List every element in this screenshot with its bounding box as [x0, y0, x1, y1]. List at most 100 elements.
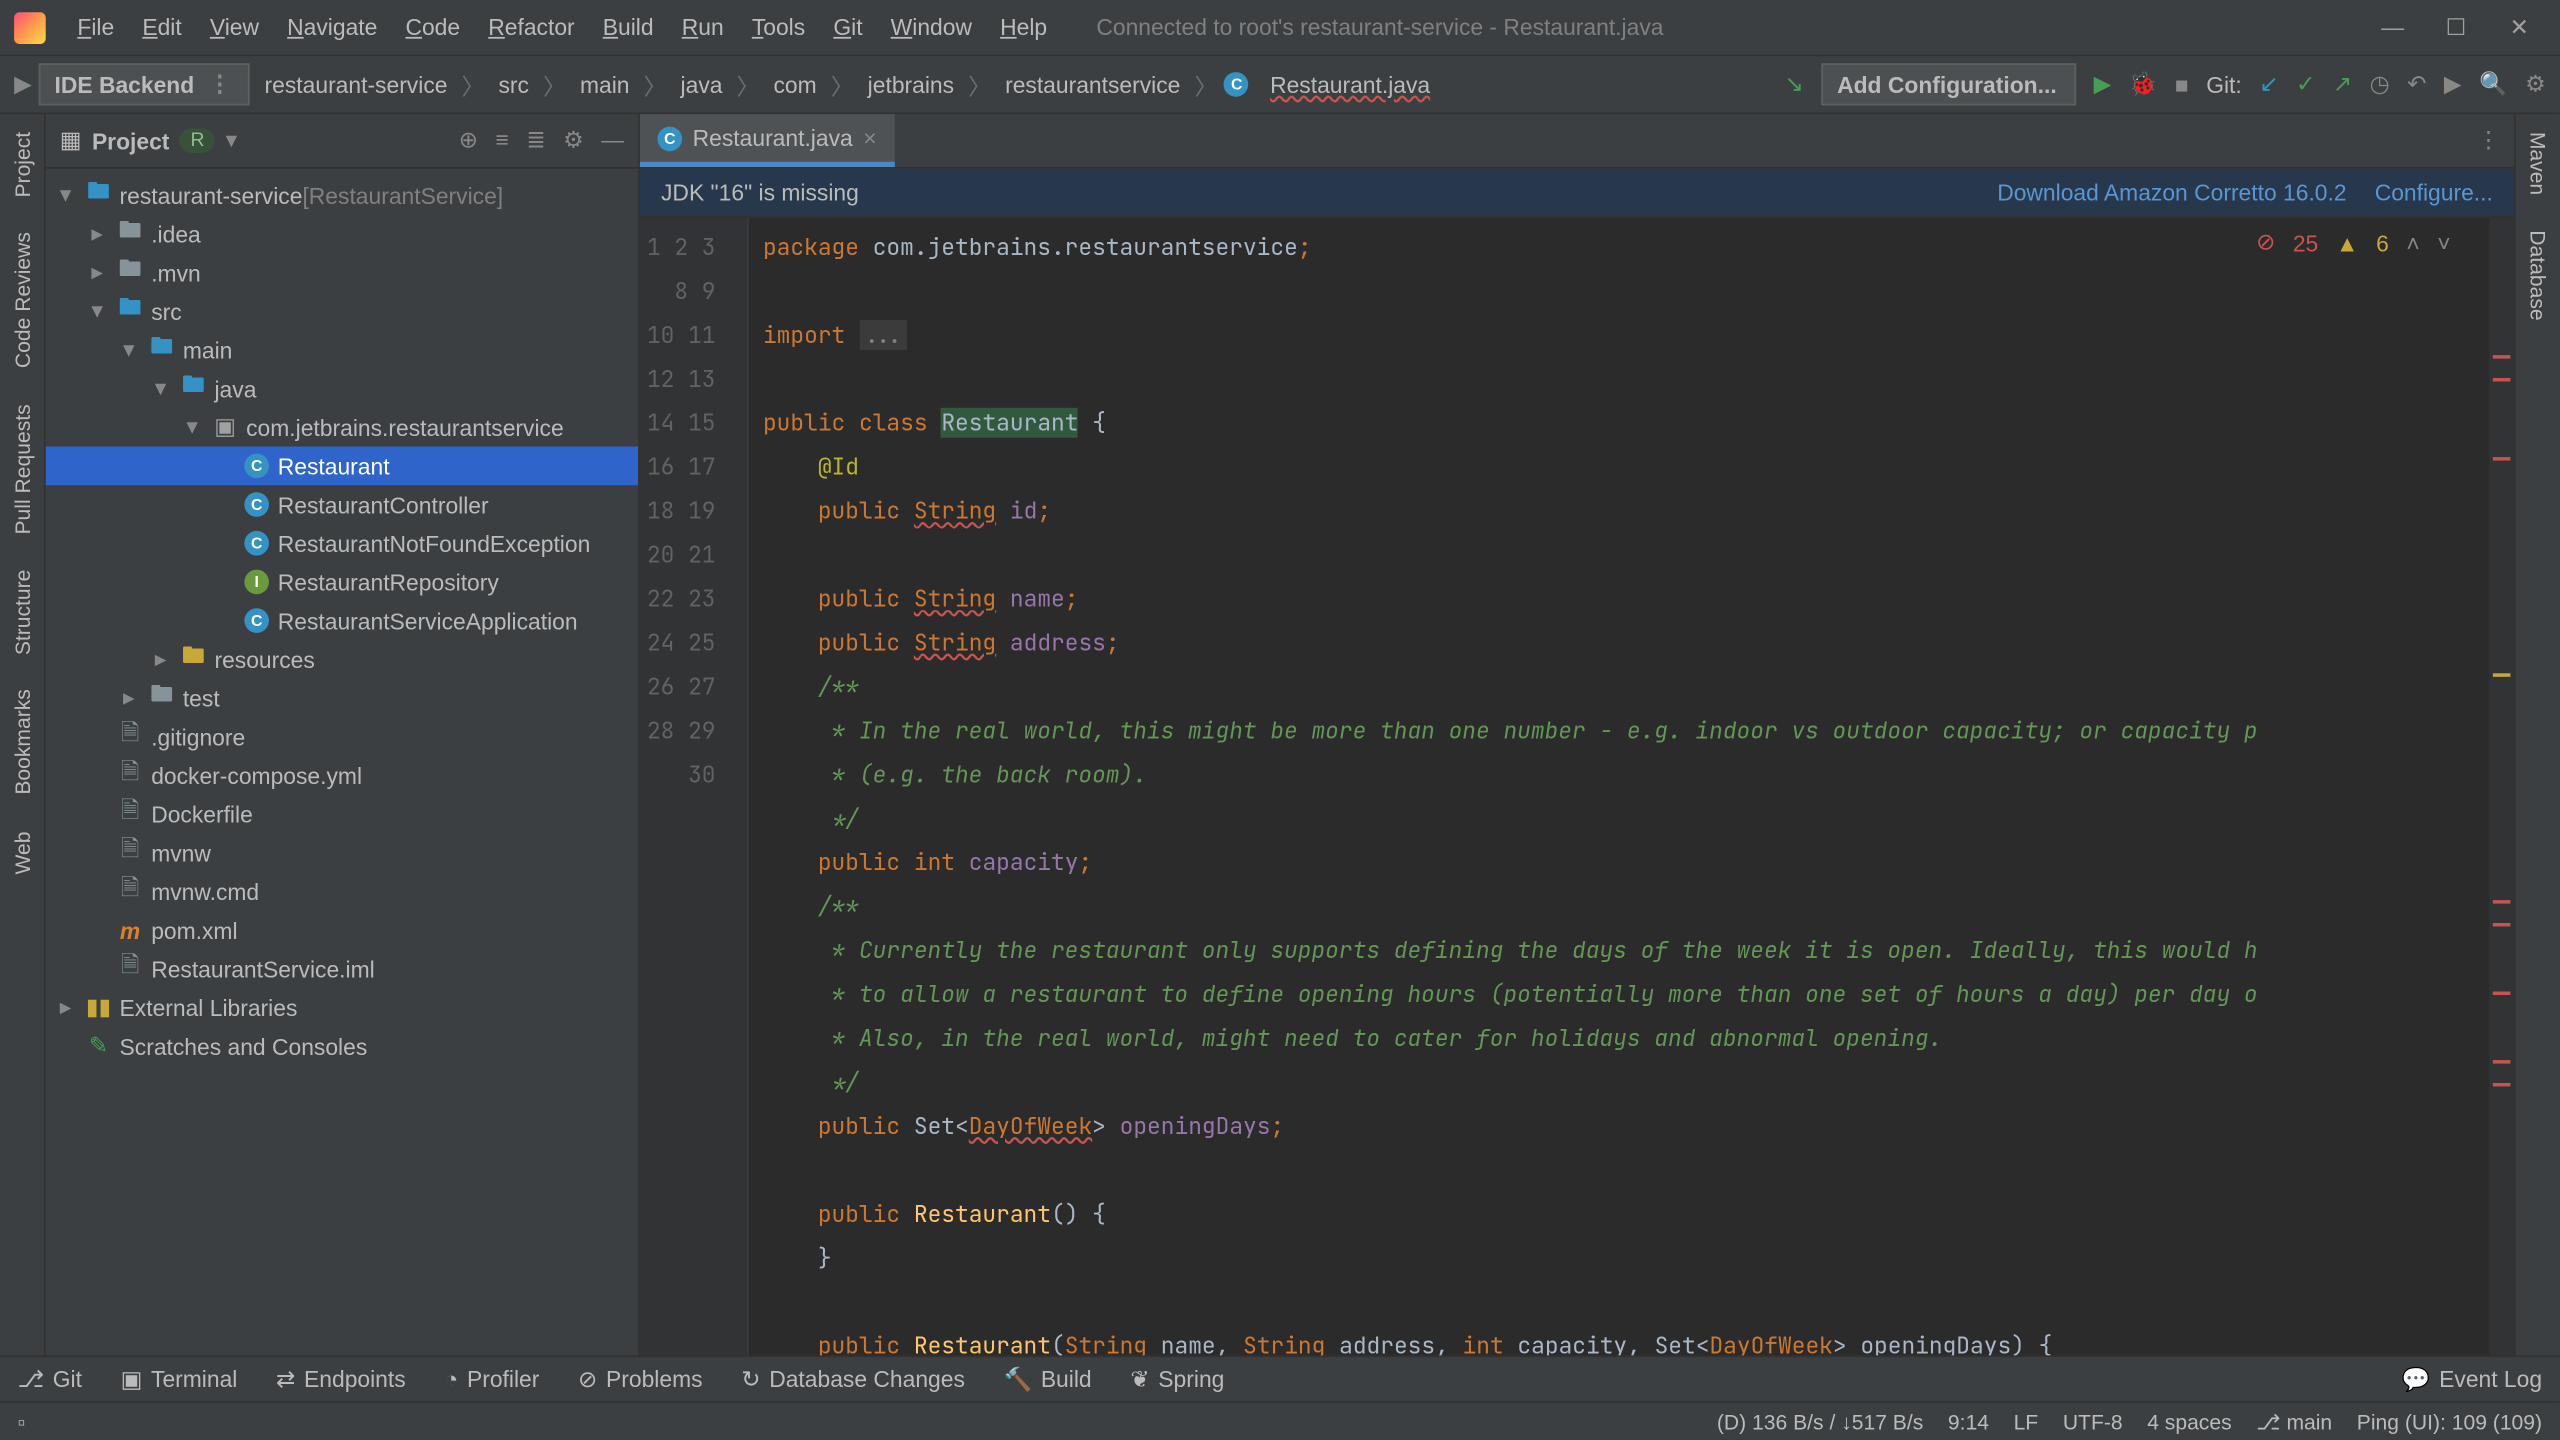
stop-icon[interactable]: ■ [2175, 71, 2189, 97]
tree-node-java[interactable]: ▾🖿java [46, 369, 638, 408]
tool-tab-web[interactable]: Web [10, 813, 35, 891]
tree-node-restaurantcontroller[interactable]: CRestaurantController [46, 485, 638, 524]
menu-git[interactable]: Git [819, 0, 876, 55]
indent-info[interactable]: 4 spaces [2147, 1409, 2231, 1434]
caret-position[interactable]: 9:14 [1948, 1409, 1989, 1434]
tree-node-restaurantserviceapplication[interactable]: CRestaurantServiceApplication [46, 601, 638, 640]
tool-tab-pull-requests[interactable]: Pull Requests [10, 386, 35, 551]
menu-edit[interactable]: Edit [128, 0, 196, 55]
tree-arrow-icon[interactable]: ▸ [155, 645, 180, 673]
tree-node-docker-compose-yml[interactable]: 🗎docker-compose.yml [46, 756, 638, 795]
run-anything-icon[interactable]: ▶ [2444, 70, 2462, 98]
breadcrumb-item[interactable]: java [674, 71, 730, 97]
tree-arrow-icon[interactable]: ▾ [123, 336, 148, 364]
menu-tools[interactable]: Tools [738, 0, 819, 55]
menu-window[interactable]: Window [877, 0, 986, 55]
tree-node--gitignore[interactable]: 🗎.gitignore [46, 717, 638, 756]
tree-node-restaurant-service[interactable]: ▾🖿restaurant-service [RestaurantService] [46, 176, 638, 215]
breadcrumb-item[interactable]: jetbrains [861, 71, 961, 97]
code-content[interactable]: package com.jetbrains.restaurantservice;… [749, 218, 2514, 1355]
history-icon[interactable]: ◷ [2370, 70, 2390, 98]
tree-arrow-icon[interactable]: ▾ [155, 374, 180, 402]
expand-all-icon[interactable]: ≡ [495, 127, 508, 155]
tree-arrow-icon[interactable]: ▸ [91, 220, 116, 248]
tool-window-event-log[interactable]: 💬Event Log [2402, 1365, 2542, 1393]
tool-window-build[interactable]: 🔨Build [1004, 1365, 1092, 1393]
tool-tab-project[interactable]: Project [10, 114, 35, 215]
tree-node-src[interactable]: ▾🖿src [46, 292, 638, 331]
menu-file[interactable]: File [63, 0, 128, 55]
tab-options-icon[interactable]: ⋮ [2477, 127, 2500, 155]
tool-window-endpoints[interactable]: ⇄Endpoints [276, 1365, 406, 1393]
hammer-icon[interactable]: ↘ [1785, 70, 1804, 98]
run-config-selector[interactable]: IDE Backend ⋮ [39, 63, 251, 105]
tree-node-com-jetbrains-restaurantservice[interactable]: ▾▣com.jetbrains.restaurantservice [46, 408, 638, 447]
panel-settings-icon[interactable]: ⚙ [563, 127, 583, 155]
close-tab-icon[interactable]: × [863, 125, 876, 151]
git-branch[interactable]: ⎇ main [2256, 1409, 2332, 1434]
menu-build[interactable]: Build [589, 0, 668, 55]
select-opened-icon[interactable]: ⊕ [459, 127, 478, 155]
tree-arrow-icon[interactable]: ▾ [186, 413, 211, 441]
prev-highlight-icon[interactable]: ˄ [2406, 229, 2419, 255]
menu-navigate[interactable]: Navigate [273, 0, 391, 55]
run-arrow-icon[interactable]: ▶ [14, 70, 32, 98]
git-push-icon[interactable]: ↗ [2333, 70, 2352, 98]
tree-arrow-icon[interactable]: ▾ [91, 297, 116, 325]
breadcrumb-item[interactable]: src [491, 71, 536, 97]
git-pull-icon[interactable]: ↙ [2259, 70, 2278, 98]
tree-node-pom-xml[interactable]: mpom.xml [46, 911, 638, 950]
tree-node-restaurantservice-iml[interactable]: 🗎RestaurantService.iml [46, 949, 638, 988]
tool-window-profiler[interactable]: ◔Profiler [444, 1366, 539, 1392]
git-commit-icon[interactable]: ✓ [2296, 70, 2315, 98]
tree-arrow-icon[interactable]: ▸ [91, 258, 116, 286]
tool-window-terminal[interactable]: ▣Terminal [121, 1365, 238, 1393]
next-highlight-icon[interactable]: ˅ [2437, 229, 2450, 255]
tree-node-restaurant[interactable]: CRestaurant [46, 447, 638, 486]
search-icon[interactable]: 🔍 [2479, 70, 2507, 98]
tool-window-problems[interactable]: ⊘Problems [578, 1365, 703, 1393]
tree-node--idea[interactable]: ▸🖿.idea [46, 214, 638, 253]
rollback-icon[interactable]: ↶ [2407, 70, 2426, 98]
menu-help[interactable]: Help [986, 0, 1061, 55]
run-icon[interactable]: ▶ [2094, 70, 2112, 98]
tool-window-spring[interactable]: ❦Spring [1130, 1365, 1224, 1393]
menu-view[interactable]: View [196, 0, 273, 55]
tool-tab-code-reviews[interactable]: Code Reviews [10, 215, 35, 386]
tree-node-main[interactable]: ▾🖿main [46, 331, 638, 370]
tree-node--mvn[interactable]: ▸🖿.mvn [46, 253, 638, 292]
breadcrumb-item[interactable]: Restaurant.java [1263, 71, 1437, 97]
debug-icon[interactable]: 🐞 [2129, 70, 2157, 98]
settings-icon[interactable]: ⚙ [2525, 70, 2545, 98]
tool-tab-maven[interactable]: Maven [2525, 114, 2550, 213]
file-encoding[interactable]: UTF-8 [2063, 1409, 2123, 1434]
maximize-button[interactable]: ☐ [2444, 15, 2469, 40]
tree-node-mvnw-cmd[interactable]: 🗎mvnw.cmd [46, 872, 638, 911]
close-button[interactable]: ✕ [2507, 15, 2532, 40]
configure-jdk-link[interactable]: Configure... [2375, 179, 2493, 205]
tree-node-resources[interactable]: ▸🖿resources [46, 640, 638, 679]
tool-tab-database[interactable]: Database [2525, 213, 2550, 338]
tree-node-scratches-and-consoles[interactable]: ✎Scratches and Consoles [46, 1027, 638, 1066]
download-jdk-link[interactable]: Download Amazon Corretto 16.0.2 [1997, 179, 2346, 205]
line-separator[interactable]: LF [2014, 1409, 2039, 1434]
tool-window-git[interactable]: ⎇Git [18, 1365, 82, 1393]
tree-arrow-icon[interactable]: ▸ [123, 684, 148, 712]
hide-panel-icon[interactable]: — [601, 127, 624, 155]
tool-window-database-changes[interactable]: ↻Database Changes [741, 1365, 965, 1393]
menu-code[interactable]: Code [391, 0, 474, 55]
tree-node-restaurantrepository[interactable]: IRestaurantRepository [46, 563, 638, 602]
breadcrumb-item[interactable]: restaurantservice [998, 71, 1187, 97]
menu-refactor[interactable]: Refactor [474, 0, 589, 55]
editor-tab-restaurant[interactable]: C Restaurant.java × [640, 114, 894, 167]
tree-node-external-libraries[interactable]: ▸▮▮External Libraries [46, 988, 638, 1027]
inspection-widget[interactable]: ⊘25 ▲6 ˄ ˅ [2256, 229, 2451, 257]
error-stripe[interactable] [2489, 218, 2514, 1355]
tool-windows-icon[interactable]: ▫ [18, 1409, 25, 1434]
collapse-all-icon[interactable]: ≣ [526, 127, 545, 155]
tree-node-dockerfile[interactable]: 🗎Dockerfile [46, 795, 638, 834]
minimize-button[interactable]: — [2380, 15, 2405, 40]
tree-arrow-icon[interactable]: ▸ [60, 993, 85, 1021]
breadcrumb-item[interactable]: com [766, 71, 823, 97]
tree-arrow-icon[interactable]: ▾ [60, 181, 85, 209]
